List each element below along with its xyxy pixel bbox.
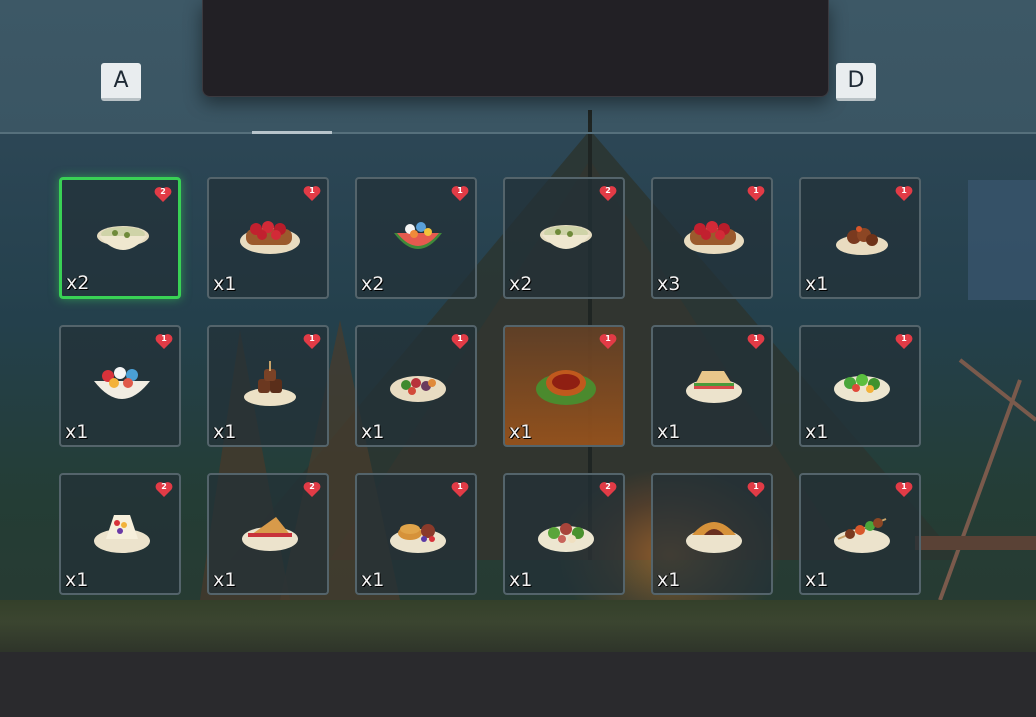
- heart-value: 1: [753, 334, 759, 343]
- fruit-watermelon-bowl-icon: [394, 222, 442, 249]
- item-quantity: x3: [657, 273, 681, 295]
- green-salad-icon: [834, 374, 890, 402]
- roast-plate-icon: [836, 226, 888, 255]
- heart-value: 1: [901, 186, 907, 195]
- meat-stack-icon: [244, 361, 296, 406]
- kebab-icon: [834, 518, 890, 553]
- item-quantity: x1: [509, 569, 533, 591]
- pie-icon: [686, 522, 742, 553]
- heart-value: 1: [457, 186, 463, 195]
- inventory-slot[interactable]: 1 x1: [207, 325, 329, 447]
- inventory-slot[interactable]: 1 x1: [799, 325, 921, 447]
- heart-value: 2: [605, 482, 611, 491]
- heart-value: 1: [605, 334, 611, 343]
- inventory-slot[interactable]: 2 x1: [503, 473, 625, 595]
- item-quantity: x1: [805, 421, 829, 443]
- heart-value: 2: [309, 482, 315, 491]
- pancake-breakfast-icon: [390, 524, 446, 553]
- soup-bowl-icon: [540, 225, 592, 249]
- item-quantity: x1: [361, 569, 385, 591]
- heart-value: 2: [161, 482, 167, 491]
- soup-bowl-icon: [97, 226, 149, 250]
- heart-value: 1: [457, 334, 463, 343]
- inventory-slot[interactable]: 1 x1: [799, 473, 921, 595]
- tab-divider: [0, 132, 1036, 134]
- active-tab-indicator: [252, 131, 332, 134]
- fruit-sandwich-icon: [94, 515, 150, 553]
- inventory-slot[interactable]: 1 x1: [799, 177, 921, 299]
- meat-salad-icon: [538, 523, 594, 552]
- item-quantity: x1: [65, 421, 89, 443]
- top-overlay-panel: [202, 0, 829, 97]
- inventory-slot[interactable]: 1 x1: [651, 473, 773, 595]
- fruit-salad-bowl-icon: [94, 367, 150, 399]
- heart-value: 1: [901, 482, 907, 491]
- item-quantity: x1: [509, 421, 533, 443]
- sandwich-icon: [686, 371, 742, 403]
- heart-value: 1: [753, 186, 759, 195]
- heart-value: 1: [161, 334, 167, 343]
- item-quantity: x1: [361, 421, 385, 443]
- ground-strip: [0, 652, 1036, 717]
- item-quantity: x1: [657, 569, 681, 591]
- inventory-slot[interactable]: 2 x2: [503, 177, 625, 299]
- inventory-slot[interactable]: 2 x2: [59, 177, 181, 299]
- item-quantity: x1: [213, 569, 237, 591]
- item-quantity: x1: [213, 421, 237, 443]
- item-quantity: x1: [213, 273, 237, 295]
- item-quantity: x2: [66, 272, 90, 294]
- item-quantity: x2: [509, 273, 533, 295]
- inventory-slot[interactable]: 1 x1: [355, 325, 477, 447]
- heart-value: 1: [457, 482, 463, 491]
- toasted-sandwich-icon: [242, 517, 298, 551]
- item-quantity: x1: [657, 421, 681, 443]
- berry-toast-icon: [684, 221, 744, 254]
- inventory-slot[interactable]: 1 x1: [59, 325, 181, 447]
- prev-tab-key-button[interactable]: A: [101, 63, 141, 101]
- item-quantity: x1: [65, 569, 89, 591]
- inventory-slot[interactable]: 1 x2: [355, 177, 477, 299]
- heart-value: 1: [309, 334, 315, 343]
- inventory-slot[interactable]: 1 x1: [355, 473, 477, 595]
- item-quantity: x1: [805, 569, 829, 591]
- vegetable-salad-icon: [390, 376, 446, 402]
- heart-value: 1: [901, 334, 907, 343]
- inventory-slot[interactable]: 1 x1: [207, 177, 329, 299]
- item-quantity: x1: [805, 273, 829, 295]
- item-quantity: x2: [361, 273, 385, 295]
- inventory-slot[interactable]: 2 x1: [59, 473, 181, 595]
- heart-value: 1: [309, 186, 315, 195]
- heart-value: 1: [753, 482, 759, 491]
- inventory-slot[interactable]: 1 x1: [651, 325, 773, 447]
- grass-ground: [0, 600, 1036, 655]
- inventory-slot[interactable]: 1 x3: [651, 177, 773, 299]
- heart-value: 2: [605, 186, 611, 195]
- tart-on-leaf-icon: [536, 370, 596, 405]
- inventory-slot[interactable]: 2 x1: [207, 473, 329, 595]
- heart-value: 2: [160, 187, 166, 196]
- next-tab-key-button[interactable]: D: [836, 63, 876, 101]
- inventory-slot[interactable]: 1 x1: [503, 325, 625, 447]
- berry-toast-icon: [240, 221, 300, 254]
